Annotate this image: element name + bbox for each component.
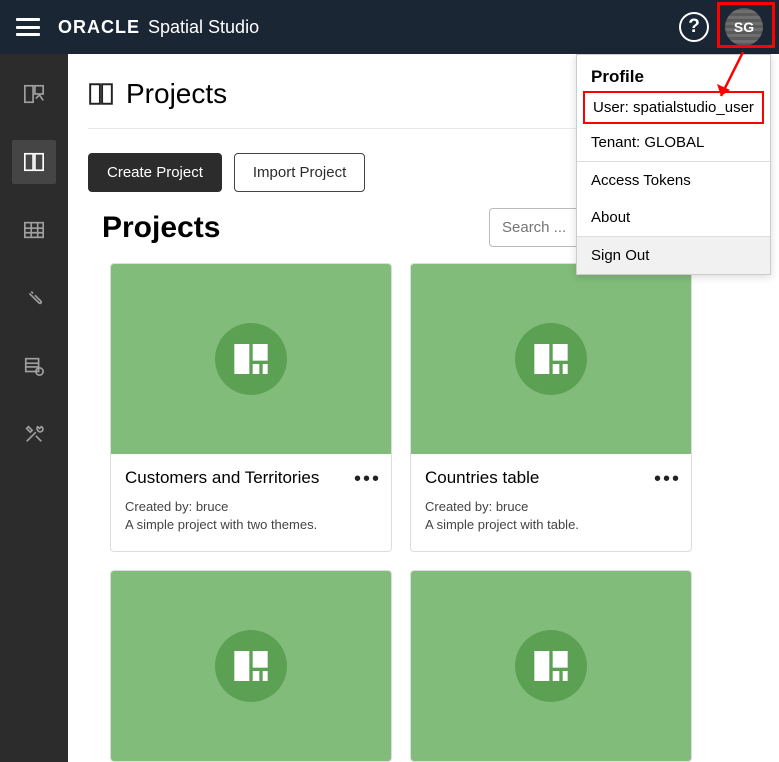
- profile-about[interactable]: About: [577, 199, 770, 236]
- projects-icon: [23, 151, 45, 173]
- project-card[interactable]: [110, 570, 392, 762]
- brand-app-name: Spatial Studio: [148, 17, 259, 38]
- project-menu-icon[interactable]: •••: [354, 468, 381, 491]
- project-thumbnail: [411, 264, 691, 454]
- sidebar-item-jobs[interactable]: [12, 344, 56, 388]
- project-menu-icon[interactable]: •••: [654, 468, 681, 491]
- project-creator: Created by: bruce: [425, 498, 677, 516]
- visualization-icon: [23, 83, 45, 105]
- brand: ORACLE Spatial Studio: [58, 17, 259, 38]
- project-creator: Created by: bruce: [125, 498, 377, 516]
- jobs-icon: [23, 355, 45, 377]
- project-placeholder-icon: [515, 323, 587, 395]
- project-title: Countries table: [425, 468, 677, 488]
- projects-icon: [88, 81, 114, 107]
- avatar-initials: SG: [734, 19, 754, 35]
- project-thumbnail: [111, 571, 391, 761]
- user-avatar[interactable]: SG: [725, 8, 763, 46]
- sidebar-item-connections[interactable]: [12, 276, 56, 320]
- datasets-icon: [23, 219, 45, 241]
- project-placeholder-icon: [215, 630, 287, 702]
- profile-header: Profile: [577, 55, 770, 91]
- project-card[interactable]: [410, 570, 692, 762]
- sidebar-item-visualization[interactable]: [12, 72, 56, 116]
- project-thumbnail: [411, 571, 691, 761]
- profile-user: User: spatialstudio_user: [583, 91, 764, 124]
- profile-access-tokens[interactable]: Access Tokens: [577, 162, 770, 199]
- project-title: Customers and Territories: [125, 468, 377, 488]
- profile-sign-out[interactable]: Sign Out: [577, 237, 770, 274]
- sidebar-item-projects[interactable]: [12, 140, 56, 184]
- sidebar-item-datasets[interactable]: [12, 208, 56, 252]
- project-desc: A simple project with table.: [425, 516, 677, 534]
- sidebar-item-admin[interactable]: [12, 412, 56, 456]
- tools-icon: [23, 423, 45, 445]
- project-grid: Customers and Territories Created by: br…: [110, 263, 759, 762]
- project-card[interactable]: Countries table Created by: bruce A simp…: [410, 263, 692, 552]
- page-title: Projects: [126, 78, 227, 110]
- import-project-button[interactable]: Import Project: [234, 153, 365, 192]
- help-icon[interactable]: ?: [679, 12, 709, 42]
- brand-logo: ORACLE: [58, 17, 140, 38]
- create-project-button[interactable]: Create Project: [88, 153, 222, 192]
- project-card[interactable]: Customers and Territories Created by: br…: [110, 263, 392, 552]
- project-placeholder-icon: [215, 323, 287, 395]
- sidebar: [0, 54, 68, 762]
- hamburger-menu[interactable]: [16, 18, 40, 36]
- profile-dropdown: Profile User: spatialstudio_user Tenant:…: [576, 54, 771, 275]
- top-bar: ORACLE Spatial Studio ? SG: [0, 0, 779, 54]
- profile-tenant: Tenant: GLOBAL: [577, 124, 770, 161]
- project-desc: A simple project with two themes.: [125, 516, 377, 534]
- section-title: Projects: [102, 211, 220, 245]
- project-thumbnail: [111, 264, 391, 454]
- project-placeholder-icon: [515, 630, 587, 702]
- plug-icon: [23, 287, 45, 309]
